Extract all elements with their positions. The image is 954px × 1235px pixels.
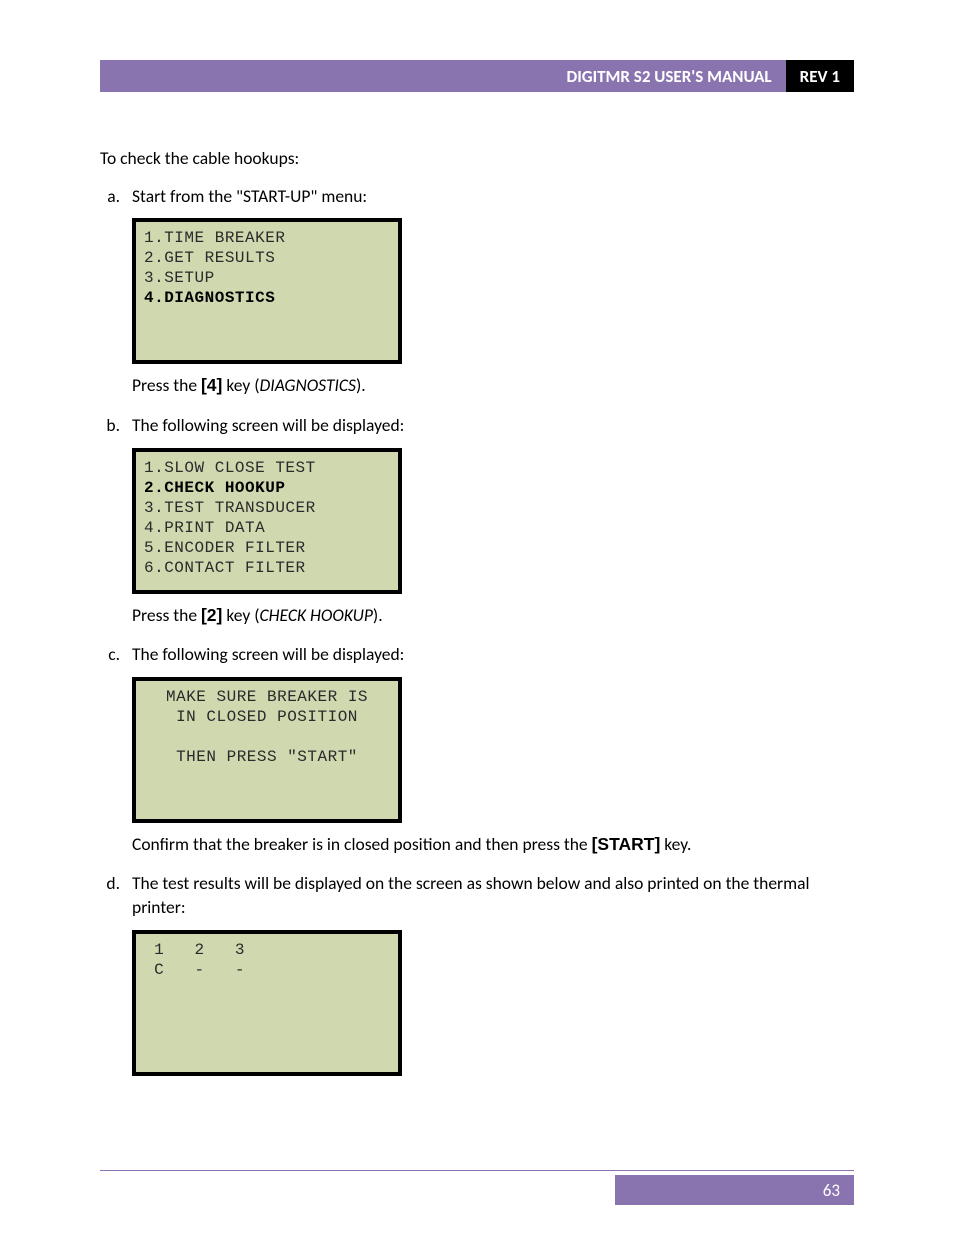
step-c: The following screen will be displayed: … (124, 643, 854, 856)
lcd-line: 3.TEST TRANSDUCER (144, 498, 390, 518)
header-rev: REV 1 (786, 60, 854, 92)
key-label: [START] (592, 834, 661, 854)
key-label: [2] (201, 605, 222, 625)
footer-divider (100, 1170, 854, 1171)
text: key. (660, 833, 691, 855)
lcd-line: 2.CHECK HOOKUP (144, 478, 390, 498)
lcd-screen-b: 1.SLOW CLOSE TEST2.CHECK HOOKUP3.TEST TR… (132, 448, 402, 594)
text: key ( (222, 604, 259, 626)
lcd-line: 4.DIAGNOSTICS (144, 288, 390, 308)
step-c-text: The following screen will be displayed: (132, 643, 854, 667)
step-a: Start from the "START-UP" menu: 1.TIME B… (124, 185, 854, 398)
step-a-text: Start from the "START-UP" menu: (132, 185, 854, 209)
lcd-line: 1.SLOW CLOSE TEST (144, 458, 390, 478)
text: ). (356, 374, 366, 396)
lcd-line: 1.TIME BREAKER (144, 228, 390, 248)
step-b: The following screen will be displayed: … (124, 414, 854, 627)
key-function: CHECK HOOKUP (260, 604, 373, 626)
lcd-line: 6.CONTACT FILTER (144, 558, 390, 578)
lcd-line (144, 727, 390, 747)
step-d: The test results will be displayed on th… (124, 872, 854, 1075)
step-b-text: The following screen will be displayed: (132, 414, 854, 438)
footer-bar: 63 (100, 1175, 854, 1205)
lcd-screen-d: 1 2 3 C - - (132, 930, 402, 1076)
lcd-line: C - - (144, 960, 390, 980)
lcd-line: 1 2 3 (144, 940, 390, 960)
text: Press the (132, 604, 201, 626)
header-spacer (100, 60, 552, 92)
step-a-after: Press the [4] key (DIAGNOSTICS). (132, 374, 854, 398)
header-bar: DIGITMR S2 USER'S MANUAL REV 1 (100, 60, 854, 92)
text: Confirm that the breaker is in closed po… (132, 833, 592, 855)
footer-block: 63 (615, 1175, 854, 1205)
steps-list: Start from the "START-UP" menu: 1.TIME B… (124, 185, 854, 1076)
lcd-screen-a: 1.TIME BREAKER2.GET RESULTS3.SETUP4.DIAG… (132, 218, 402, 364)
step-d-text: The test results will be displayed on th… (132, 872, 854, 919)
lcd-line: 4.PRINT DATA (144, 518, 390, 538)
lcd-screen-c: MAKE SURE BREAKER ISIN CLOSED POSITION T… (132, 677, 402, 823)
lcd-line: MAKE SURE BREAKER IS (144, 687, 390, 707)
text: ). (373, 604, 383, 626)
key-label: [4] (201, 375, 222, 395)
lcd-line: 5.ENCODER FILTER (144, 538, 390, 558)
step-c-after: Confirm that the breaker is in closed po… (132, 833, 854, 857)
text: key ( (222, 374, 259, 396)
lcd-line: IN CLOSED POSITION (144, 707, 390, 727)
lcd-line: 3.SETUP (144, 268, 390, 288)
lcd-line: 2.GET RESULTS (144, 248, 390, 268)
footer: 63 (100, 1170, 854, 1205)
key-function: DIAGNOSTICS (260, 374, 356, 396)
page-number: 63 (823, 1180, 840, 1201)
lcd-line: THEN PRESS "START" (144, 747, 390, 767)
step-b-after: Press the [2] key (CHECK HOOKUP). (132, 604, 854, 628)
intro-text: To check the cable hookups: (100, 147, 854, 171)
text: Press the (132, 374, 201, 396)
header-title: DIGITMR S2 USER'S MANUAL (552, 60, 785, 92)
manual-page: DIGITMR S2 USER'S MANUAL REV 1 To check … (0, 0, 954, 1235)
